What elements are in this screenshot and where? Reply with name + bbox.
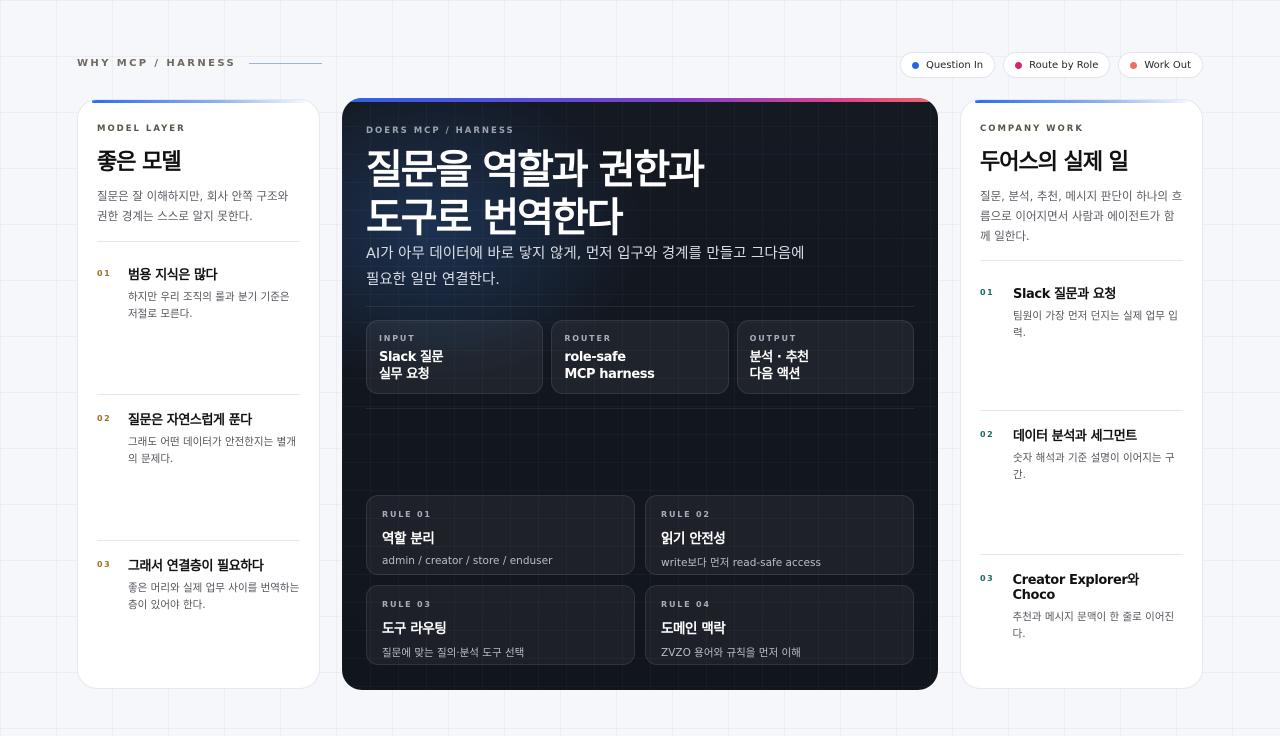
- item-description: 숫자 해석과 기준 설명이 이어지는 구간.: [1013, 452, 1175, 481]
- rule-card: RULE 04 도메인 맥락 ZVZO 용어와 규칙을 먼저 이해: [645, 585, 914, 665]
- item-number: 01: [97, 269, 112, 278]
- flow-value-line: role-safe: [564, 350, 626, 365]
- rule-card: RULE 03 도구 라우팅 질문에 맞는 질의·분석 도구 선택: [366, 585, 635, 665]
- chip-dot-icon: [1130, 61, 1138, 69]
- rule-label: RULE 04: [661, 600, 711, 609]
- section-eyebrow: WHY MCP / HARNESS: [77, 58, 237, 69]
- chip-work-out: Work Out: [1118, 52, 1203, 78]
- item-divider: [980, 410, 1183, 411]
- flow-value-line: MCP harness: [564, 367, 655, 382]
- item-title: 질문은 자연스럽게 푼다: [128, 413, 252, 428]
- rules-grid: RULE 01 역할 분리 admin / creator / store / …: [366, 495, 914, 665]
- item-description: 하지만 우리 조직의 룰과 분기 기준은 저절로 모른다.: [128, 291, 290, 320]
- item-description: 팀원이 가장 먼저 던지는 실제 업무 입력.: [1013, 310, 1178, 339]
- card-title: 두어스의 실제 일: [980, 150, 1129, 175]
- rule-description: write보다 먼저 read-safe access: [661, 557, 821, 569]
- item-number: 03: [97, 560, 112, 569]
- section-divider: [366, 408, 914, 409]
- flow-value: 분석 · 추천 다음 액션: [750, 349, 901, 383]
- chip-dot-icon: [911, 61, 919, 69]
- hero-subtitle-line-1: AI가 아무 데이터에 바로 닿지 않게, 먼저 입구와 경계를 만들고 그다음…: [366, 246, 805, 262]
- flow-value-line: Slack 질문: [379, 350, 444, 365]
- flow-row: INPUT Slack 질문 실무 요청 ROUTER role-safe MC…: [366, 320, 914, 394]
- rule-title: 역할 분리: [382, 531, 435, 547]
- hero-title: 질문을 역할과 권한과 도구로 번역한다: [366, 146, 926, 242]
- list-item: 01 Slack 질문과 요청 팀원이 가장 먼저 던지는 실제 업무 입력.: [980, 283, 1183, 342]
- company-work-card: COMPANY WORK 두어스의 실제 일 질문, 분석, 추천, 메시지 판…: [960, 99, 1203, 689]
- rule-label: RULE 03: [382, 600, 432, 609]
- card-description: 질문은 잘 이해하지만, 회사 안쪽 구조와 권한 경계는 스스로 알지 못한다…: [97, 189, 289, 223]
- chip-dot-icon: [1015, 61, 1023, 69]
- item-description: 추천과 메시지 문맥이 한 줄로 이어진다.: [1012, 611, 1175, 640]
- list-item: 02 질문은 자연스럽게 푼다 그래도 어떤 데이터가 안전한지는 별개의 문제…: [97, 409, 300, 468]
- item-title: 그래서 연결층이 필요하다: [128, 559, 264, 574]
- item-divider: [97, 394, 300, 395]
- card-divider: [980, 260, 1183, 261]
- card-gradient-bar: [342, 98, 938, 102]
- model-layer-card: MODEL LAYER 좋은 모델 질문은 잘 이해하지만, 회사 안쪽 구조와…: [77, 99, 320, 689]
- item-divider: [980, 554, 1183, 555]
- item-description: 좋은 머리와 실제 업무 사이를 번역하는 층이 있어야 한다.: [128, 582, 300, 611]
- item-number: 02: [97, 414, 112, 423]
- item-title: 범용 지식은 많다: [128, 268, 218, 283]
- item-title: Creator Explorer와 Choco: [1012, 573, 1140, 603]
- item-title: 데이터 분석과 세그먼트: [1013, 429, 1137, 444]
- rule-title: 도구 라우팅: [382, 621, 447, 637]
- card-accent-bar: [975, 100, 1188, 103]
- section-divider: [366, 306, 914, 307]
- item-divider: [97, 540, 300, 541]
- list-item: 02 데이터 분석과 세그먼트 숫자 해석과 기준 설명이 이어지는 구간.: [980, 425, 1183, 484]
- card-divider: [97, 241, 300, 242]
- flow-value: Slack 질문 실무 요청: [379, 349, 530, 383]
- hero-subtitle: AI가 아무 데이터에 바로 닿지 않게, 먼저 입구와 경계를 만들고 그다음…: [366, 241, 886, 293]
- card-kicker: DOERS MCP / HARNESS: [366, 126, 515, 136]
- flow-value: role-safe MCP harness: [564, 349, 715, 383]
- rule-card: RULE 01 역할 분리 admin / creator / store / …: [366, 495, 635, 575]
- harness-main-card: DOERS MCP / HARNESS 질문을 역할과 권한과 도구로 번역한다…: [342, 98, 938, 690]
- rule-title: 도메인 맥락: [661, 621, 726, 637]
- item-title: Slack 질문과 요청: [1013, 287, 1116, 302]
- item-number: 02: [980, 430, 995, 439]
- card-kicker: COMPANY WORK: [980, 124, 1084, 134]
- chip-route-by-role: Route by Role: [1003, 52, 1111, 78]
- chip-question-in: Question In: [899, 52, 996, 78]
- item-description: 그래도 어떤 데이터가 안전한지는 별개의 문제다.: [128, 436, 296, 465]
- flow-value-line: 실무 요청: [379, 367, 430, 382]
- flow-label: ROUTER: [564, 334, 612, 343]
- card-description: 질문, 분석, 추천, 메시지 판단이 하나의 흐름으로 이어지면서 사람과 에…: [980, 189, 1183, 243]
- flow-input-box: INPUT Slack 질문 실무 요청: [366, 320, 544, 394]
- chip-label: Work Out: [1144, 59, 1191, 71]
- chip-label: Question In: [925, 59, 984, 71]
- rule-label: RULE 01: [382, 510, 432, 519]
- card-kicker: MODEL LAYER: [97, 124, 186, 134]
- eyebrow-divider: [249, 63, 323, 64]
- card-accent-bar: [92, 100, 305, 103]
- rule-description: ZVZO 용어와 규칙을 먼저 이해: [661, 647, 801, 659]
- list-item: 01 범용 지식은 많다 하지만 우리 조직의 룰과 분기 기준은 저절로 모른…: [97, 264, 300, 323]
- list-item: 03 Creator Explorer와 Choco 추천과 메시지 문맥이 한…: [980, 569, 1183, 643]
- item-number: 01: [980, 288, 995, 297]
- item-number: 03: [980, 574, 995, 583]
- flow-label: INPUT: [379, 334, 416, 343]
- flow-value-line: 분석 · 추천: [749, 350, 809, 365]
- flow-router-box: ROUTER role-safe MCP harness: [551, 320, 729, 394]
- flow-output-box: OUTPUT 분석 · 추천 다음 액션: [736, 320, 914, 394]
- rule-card: RULE 02 읽기 안전성 write보다 먼저 read-safe acce…: [645, 495, 914, 575]
- rule-title: 읽기 안전성: [661, 531, 726, 547]
- legend-chips: Question In Route by Role Work Out: [899, 52, 1203, 78]
- list-item: 03 그래서 연결층이 필요하다 좋은 머리와 실제 업무 사이를 번역하는 층…: [97, 555, 300, 614]
- section-eyebrow-row: WHY MCP / HARNESS: [77, 58, 323, 69]
- rule-description: 질문에 맞는 질의·분석 도구 선택: [382, 647, 525, 659]
- card-title: 좋은 모델: [97, 150, 182, 175]
- hero-title-line-1: 질문을 역할과 권한과: [366, 147, 705, 193]
- hero-title-line-2: 도구로 번역한다: [366, 195, 624, 241]
- chip-label: Route by Role: [1029, 59, 1099, 71]
- hero-subtitle-line-2: 필요한 일만 연결한다.: [366, 272, 500, 288]
- rule-description: admin / creator / store / enduser: [382, 555, 553, 567]
- flow-label: OUTPUT: [749, 334, 798, 343]
- flow-value-line: 다음 액션: [749, 367, 801, 382]
- rule-label: RULE 02: [661, 510, 711, 519]
